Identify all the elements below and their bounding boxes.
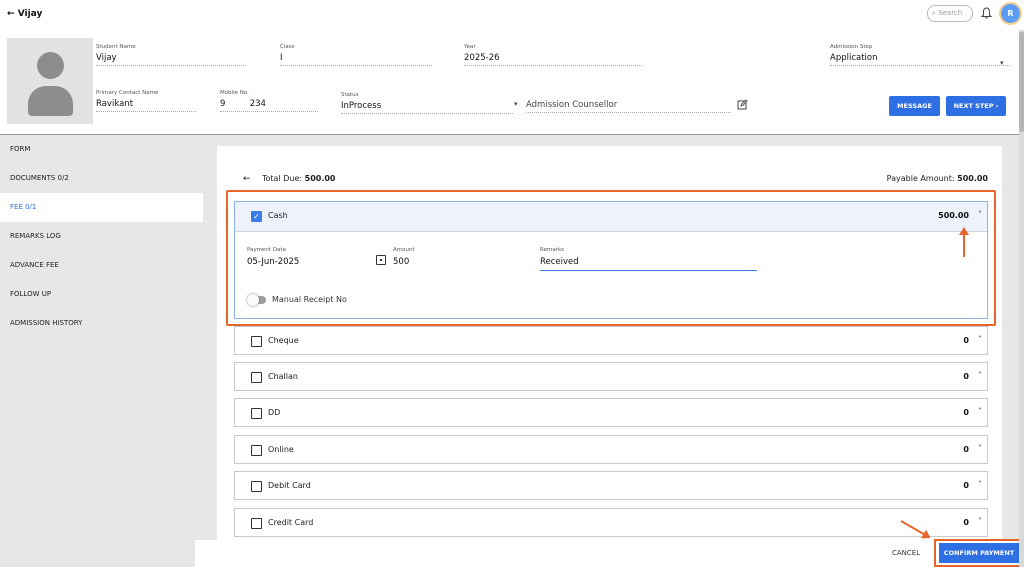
online-amount: 0 — [963, 445, 969, 454]
user-avatar[interactable]: R — [1001, 4, 1020, 23]
status-value: InProcess — [341, 101, 513, 114]
student-photo — [7, 38, 93, 124]
sidebar-item-documents[interactable]: DOCUMENTS 0/2 — [0, 164, 203, 193]
annotation-arrow-up-icon — [959, 227, 969, 257]
status-dropdown-icon: ▾ — [514, 100, 518, 108]
chevron-down-icon[interactable]: ˅ — [978, 444, 982, 453]
payment-method-challan[interactable]: Challan 0 ˅ — [234, 362, 988, 391]
challan-checkbox[interactable] — [251, 372, 262, 383]
credit-card-checkbox[interactable] — [251, 518, 262, 529]
avatar-placeholder-icon — [37, 52, 64, 79]
year-value: 2025-26 — [464, 53, 642, 66]
cheque-amount: 0 — [963, 336, 969, 345]
chevron-down-icon[interactable]: ˅ — [978, 480, 982, 489]
total-due: Total Due: 500.00 — [262, 174, 336, 183]
back-arrow-icon: ← — [7, 9, 15, 19]
scrollbar-thumb[interactable] — [1019, 32, 1024, 132]
contact-name-label: Primary Contact Name — [96, 90, 159, 96]
cash-highlight-box — [226, 190, 996, 326]
back-arrow-icon[interactable]: ← — [243, 174, 251, 184]
debit-card-checkbox[interactable] — [251, 481, 262, 492]
dd-label: DD — [268, 408, 281, 417]
payment-method-debit-card[interactable]: Debit Card 0 ˅ — [234, 471, 988, 500]
admission-step-label: Admission Step — [830, 44, 873, 50]
mobile-label: Mobile No. — [220, 90, 249, 96]
status-select[interactable]: Status InProcess — [341, 92, 513, 114]
student-header: Student Name Vijay Class I Year 2025-26 … — [0, 30, 1024, 135]
class-field: Class I — [280, 44, 432, 66]
dd-amount: 0 — [963, 408, 969, 417]
challan-amount: 0 — [963, 372, 969, 381]
sidebar: FORM DOCUMENTS 0/2 FEE 0/1 REMARKS LOG A… — [0, 135, 203, 567]
credit-card-amount: 0 — [963, 518, 969, 527]
online-label: Online — [268, 445, 294, 454]
scrollbar[interactable] — [1019, 30, 1024, 567]
student-name-field: Student Name Vijay — [96, 44, 246, 66]
total-due-value: 500.00 — [304, 174, 336, 183]
cheque-checkbox[interactable] — [251, 336, 262, 347]
student-name-value: Vijay — [96, 53, 246, 66]
sidebar-item-admission-history[interactable]: ADMISSION HISTORY — [0, 309, 203, 338]
total-row: ← Total Due: 500.00 Payable Amount: 500.… — [217, 174, 1002, 188]
payment-method-cheque[interactable]: Cheque 0 ˅ — [234, 326, 988, 355]
payable-amount-label: Payable Amount: — [886, 174, 958, 183]
chevron-down-icon[interactable]: ˅ — [978, 371, 982, 380]
chevron-down-icon[interactable]: ˅ — [978, 335, 982, 344]
page-title: Vijay — [17, 9, 43, 19]
sidebar-item-remarks-log[interactable]: REMARKS LOG — [0, 222, 203, 251]
cheque-label: Cheque — [268, 336, 299, 345]
status-label: Status — [341, 92, 359, 98]
sidebar-item-advance-fee[interactable]: ADVANCE FEE — [0, 251, 203, 280]
counsellor-value: Admission Counsellor — [526, 100, 731, 113]
payment-method-credit-card[interactable]: Credit Card 0 ˅ — [234, 508, 988, 537]
confirm-payment-button[interactable]: CONFIRM PAYMENT — [939, 543, 1019, 563]
mobile-value: 9 234 — [220, 99, 318, 112]
debit-card-label: Debit Card — [268, 481, 311, 490]
debit-card-amount: 0 — [963, 481, 969, 490]
class-label: Class — [280, 44, 295, 50]
search-placeholder: Search — [938, 9, 963, 17]
chevron-down-icon[interactable]: ˅ — [978, 517, 982, 526]
sidebar-item-follow-up[interactable]: FOLLOW UP — [0, 280, 203, 309]
cancel-button[interactable]: CANCEL — [892, 549, 920, 557]
admission-step-select[interactable]: Admission Step Application — [830, 44, 1010, 66]
admission-step-value: Application — [830, 53, 1010, 66]
chevron-down-icon[interactable]: ˅ — [978, 407, 982, 416]
message-button[interactable]: MESSAGE — [889, 96, 940, 116]
online-checkbox[interactable] — [251, 445, 262, 456]
contact-name-value: Ravikant — [96, 99, 196, 112]
class-value: I — [280, 53, 432, 66]
payable-amount: Payable Amount: 500.00 — [887, 174, 988, 183]
payment-method-dd[interactable]: DD 0 ˅ — [234, 398, 988, 427]
sidebar-item-form[interactable]: FORM — [0, 135, 203, 164]
back-button[interactable]: ← Vijay — [7, 9, 42, 19]
payment-method-online[interactable]: Online 0 ˅ — [234, 435, 988, 464]
top-bar: ← Vijay ⌕ Search R — [0, 0, 1024, 30]
next-step-button[interactable]: NEXT STEP › — [946, 96, 1006, 116]
year-field: Year 2025-26 — [464, 44, 642, 66]
search-icon: ⌕ — [932, 9, 936, 17]
avatar-body-shape — [28, 86, 73, 116]
sidebar-item-fee[interactable]: FEE 0/1 — [0, 193, 203, 222]
bell-icon[interactable] — [981, 7, 992, 19]
mobile-field: Mobile No. 9 234 — [220, 90, 318, 112]
edit-icon[interactable] — [737, 99, 748, 110]
search-input[interactable]: ⌕ Search — [927, 5, 973, 22]
total-due-label: Total Due: — [262, 174, 305, 183]
student-name-label: Student Name — [96, 44, 136, 50]
credit-card-label: Credit Card — [268, 518, 314, 527]
counsellor-field[interactable]: Admission Counsellor — [526, 97, 731, 113]
chevron-down-icon: ▾ — [1000, 59, 1004, 67]
challan-label: Challan — [268, 372, 298, 381]
payable-amount-value: 500.00 — [957, 174, 988, 183]
year-label: Year — [464, 44, 476, 50]
dd-checkbox[interactable] — [251, 408, 262, 419]
contact-name-field: Primary Contact Name Ravikant — [96, 90, 196, 112]
